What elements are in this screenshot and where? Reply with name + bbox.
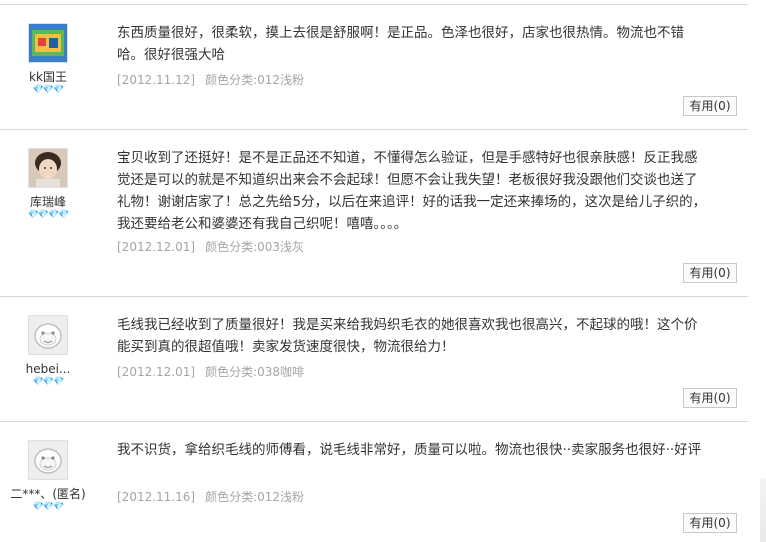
reviewer-name[interactable]: hebei...: [0, 362, 96, 376]
review-meta: [2012.11.12] 颜色分类:012浅粉: [117, 72, 304, 88]
reviewer-info: kk国王 💎💎💎: [0, 23, 96, 96]
avatar[interactable]: [28, 440, 68, 480]
reviewer-info: 二***、(匿名) 💎💎💎: [0, 440, 96, 513]
review-item: kk国王 💎💎💎 东西质量很好，很柔软，摸上去很是舒服啊！是正品。色泽也很好，店…: [0, 4, 748, 130]
review-item: 二***、(匿名) 💎💎💎 我不识货，拿给织毛线的师傅看，说毛线非常好，质量可以…: [0, 421, 748, 542]
reviewer-name[interactable]: 二***、(匿名): [0, 487, 96, 501]
scroll-edge: [760, 478, 766, 542]
review-spec: 颜色分类:003浅灰: [205, 240, 305, 254]
useful-label: 有用: [689, 516, 714, 530]
review-date: [2012.11.12]: [117, 73, 196, 87]
review-item: hebei... 💎💎💎 毛线我已经收到了质量很好！我是买来给我妈织毛衣的她很喜…: [0, 296, 748, 422]
useful-count: (0): [713, 99, 731, 113]
rating-hearts-icon: 💎💎💎: [32, 377, 65, 387]
review-content: 东西质量很好，很柔软，摸上去很是舒服啊！是正品。色泽也很好，店家也很热情。物流也…: [117, 25, 684, 63]
review-content: 宝贝收到了还挺好！是不是正品还不知道，不懂得怎么验证，但是手感特好也很亲肤感！反…: [117, 150, 707, 232]
review-item: 库瑞峰 💎💎💎💎 宝贝收到了还挺好！是不是正品还不知道，不懂得怎么验证，但是手感…: [0, 129, 748, 297]
useful-label: 有用: [689, 99, 714, 113]
useful-count: (0): [713, 391, 731, 405]
review-spec: 颜色分类:038咖啡: [205, 365, 305, 379]
review-spec: 颜色分类:012浅粉: [205, 73, 305, 87]
review-date: [2012.12.01]: [117, 240, 196, 254]
useful-button[interactable]: 有用(0): [683, 263, 737, 283]
review-date: [2012.12.01]: [117, 365, 196, 379]
useful-button[interactable]: 有用(0): [683, 96, 737, 116]
rating-hearts-icon: 💎💎💎: [32, 85, 65, 95]
review-meta: [2012.11.16] 颜色分类:012浅粉: [117, 489, 304, 505]
reviewer-name[interactable]: kk国王: [0, 70, 96, 84]
useful-label: 有用: [689, 266, 714, 280]
useful-button[interactable]: 有用(0): [683, 513, 737, 533]
reviewer-info: hebei... 💎💎💎: [0, 315, 96, 388]
useful-button[interactable]: 有用(0): [683, 388, 737, 408]
review-content: 我不识货，拿给织毛线的师傅看，说毛线非常好，质量可以啦。物流也很快··卖家服务也…: [117, 442, 702, 458]
avatar[interactable]: [28, 23, 68, 63]
reviewer-info: 库瑞峰 💎💎💎💎: [0, 148, 96, 221]
reviewer-name[interactable]: 库瑞峰: [0, 195, 96, 209]
review-meta: [2012.12.01] 颜色分类:003浅灰: [117, 239, 304, 255]
useful-label: 有用: [689, 391, 714, 405]
rating-hearts-icon: 💎💎💎: [32, 502, 65, 512]
review-spec: 颜色分类:012浅粉: [205, 490, 305, 504]
review-date: [2012.11.16]: [117, 490, 196, 504]
useful-count: (0): [713, 266, 731, 280]
review-meta: [2012.12.01] 颜色分类:038咖啡: [117, 364, 304, 380]
avatar[interactable]: [28, 315, 68, 355]
rating-hearts-icon: 💎💎💎💎: [27, 210, 70, 220]
useful-count: (0): [713, 516, 731, 530]
avatar[interactable]: [28, 148, 68, 188]
review-content: 毛线我已经收到了质量很好！我是买来给我妈织毛衣的她很喜欢我也很高兴，不起球的哦！…: [117, 317, 698, 355]
